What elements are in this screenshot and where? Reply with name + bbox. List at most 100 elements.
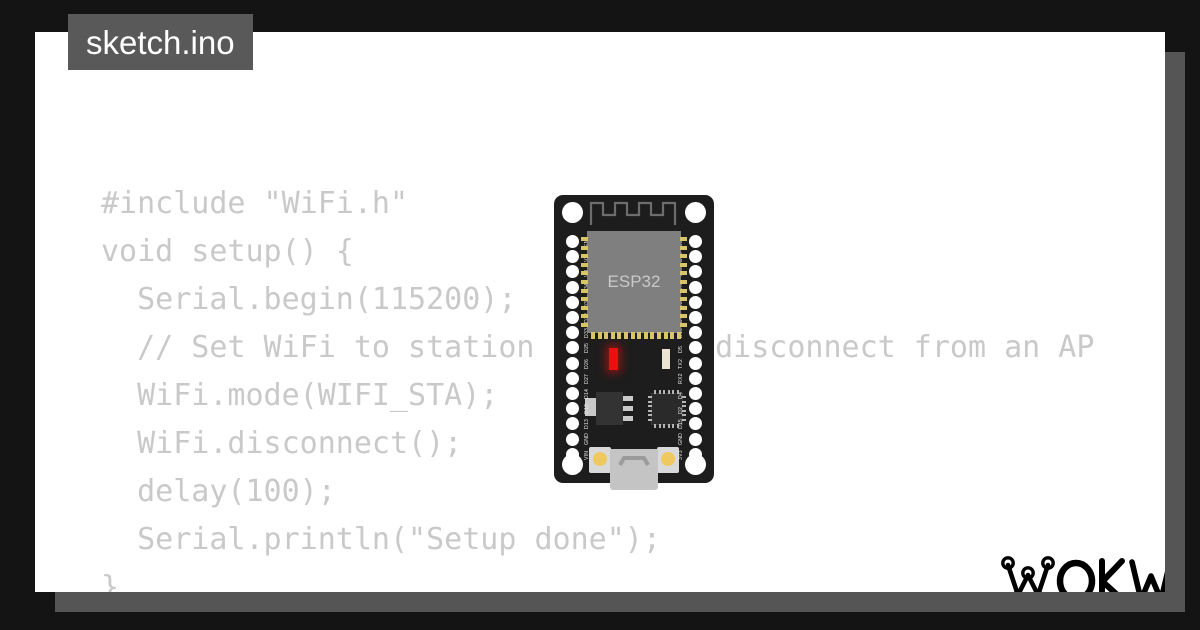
status-led: [662, 349, 670, 369]
module-pad: [680, 262, 687, 267]
module-pad: [581, 305, 588, 310]
module-pad: [581, 323, 588, 327]
chip-pin: [677, 390, 679, 394]
module-pad: [581, 280, 588, 284]
pin-hole-d21[interactable]: [689, 295, 702, 309]
chip-pin: [682, 405, 686, 408]
pin-hole-tx2[interactable]: [689, 356, 702, 370]
pin-label-d13: D13: [584, 419, 590, 430]
pin-label-d14: D14: [584, 388, 590, 399]
pin-hole-d4[interactable]: [689, 387, 702, 400]
module-pad: [581, 245, 588, 250]
module-pad: [643, 332, 648, 339]
regulator-leg: [623, 396, 633, 401]
pin-label-d27: D27: [584, 373, 590, 384]
voltage-regulator: [596, 392, 623, 425]
chip-pin: [658, 424, 661, 428]
module-pad: [637, 332, 642, 339]
module-pad: [591, 332, 595, 339]
chip-pin: [682, 396, 686, 398]
pin-label-d25: D25: [584, 343, 590, 354]
pin-hole-en[interactable]: [566, 235, 579, 248]
module-pad: [680, 271, 687, 276]
pin-hole-d27[interactable]: [566, 371, 579, 385]
module-pad: [680, 245, 687, 250]
pin-label-gnd: GND: [584, 432, 590, 445]
wokwi-logo: [1001, 556, 1165, 592]
enable-button[interactable]: [657, 447, 679, 473]
chip-pin: [654, 390, 656, 394]
chip-pin: [648, 396, 652, 398]
module-pad: [581, 271, 588, 276]
pin-hole-d26[interactable]: [566, 356, 579, 370]
pin-hole-vin[interactable]: [566, 447, 579, 461]
module-pad: [676, 332, 681, 339]
pin-hole-d34[interactable]: [566, 280, 579, 294]
mounting-hole: [685, 202, 706, 223]
pin-hole-d14[interactable]: [566, 387, 579, 400]
module-pad: [581, 237, 588, 241]
module-pad: [680, 254, 687, 259]
module-pad: [680, 237, 687, 241]
chip-pin: [648, 400, 652, 403]
screenshot-root: #include "WiFi.h" void setup() { Serial.…: [0, 0, 1200, 630]
module-pad: [663, 332, 668, 339]
regulator-leg: [623, 406, 633, 411]
chip-pin: [682, 409, 686, 412]
pin-hole-d32[interactable]: [566, 311, 579, 324]
module-pad: [597, 332, 602, 339]
chip-pin: [667, 424, 670, 428]
module-pad: [657, 332, 661, 339]
pin-hole-3v3[interactable]: [689, 447, 702, 461]
chip-pin: [672, 390, 675, 394]
chip-pin: [682, 400, 686, 403]
chip-pin: [682, 414, 686, 417]
chip-pin: [648, 414, 652, 417]
module-pad: [604, 332, 609, 339]
module-pad: [581, 297, 588, 302]
pin-hole-gnd[interactable]: [566, 432, 579, 446]
pin-hole-d23[interactable]: [689, 235, 702, 248]
file-tab-sketch-ino[interactable]: sketch.ino: [68, 14, 253, 70]
code-editor-panel: #include "WiFi.h" void setup() { Serial.…: [35, 32, 1165, 592]
pin-hole-rx2[interactable]: [689, 371, 702, 385]
chip-pin: [654, 424, 656, 428]
pin-hole-gnd[interactable]: [689, 432, 702, 446]
pin-label-rx2: RX2: [678, 373, 684, 384]
chip-pin: [658, 390, 661, 394]
esp32-module: ESP32: [581, 231, 687, 339]
chip-pin: [648, 419, 652, 421]
boot-button-cap: [593, 452, 607, 466]
chip-pin: [663, 424, 666, 428]
boot-button[interactable]: [589, 447, 611, 473]
module-pad: [680, 280, 687, 284]
pin-label-gnd: GND: [678, 432, 684, 445]
micro-usb-connector: [610, 449, 658, 490]
module-pad: [680, 297, 687, 302]
esp32-board[interactable]: ESP32 ENVPVND34D35D32D33D25D26D2: [554, 195, 714, 490]
pin-hole-d19[interactable]: [689, 311, 702, 324]
chip-pin: [663, 390, 666, 394]
chip-pin: [648, 405, 652, 408]
pin-label-d5: D5: [678, 346, 684, 354]
module-pad: [610, 332, 615, 339]
module-pad: [680, 288, 687, 293]
chip-pin: [672, 424, 675, 428]
pin-label-vin: VIN: [584, 450, 590, 460]
pin-label-d26: D26: [584, 358, 590, 369]
mounting-hole: [562, 202, 583, 223]
pin-hole-d35[interactable]: [566, 295, 579, 309]
file-tab-label: sketch.ino: [86, 23, 235, 61]
chip-pin: [648, 409, 652, 412]
chip-pin: [677, 424, 679, 428]
pin-label-3v3: 3V3: [678, 449, 684, 460]
module-pad: [630, 332, 635, 339]
esp32-module-label: ESP32: [607, 272, 661, 291]
module-pad: [581, 314, 588, 319]
module-pad: [581, 254, 588, 259]
pin-label-d12: D12: [584, 404, 590, 415]
regulator-leg: [623, 416, 633, 421]
power-led: [609, 348, 618, 370]
module-pad: [581, 288, 588, 293]
pin-hole-rx0[interactable]: [689, 280, 702, 294]
